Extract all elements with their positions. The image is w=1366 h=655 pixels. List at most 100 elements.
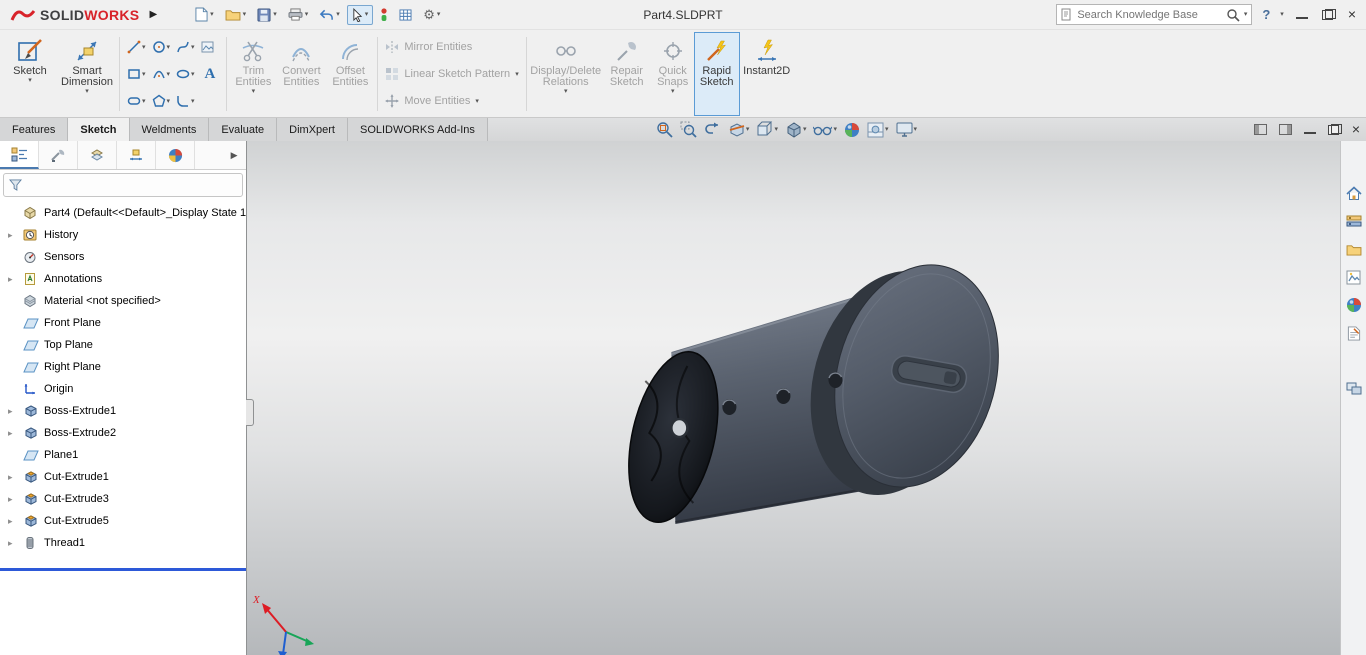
apply-scene-button[interactable]: ▾ bbox=[867, 122, 889, 138]
tab-features[interactable]: Features bbox=[0, 118, 69, 141]
tree-item-right-plane[interactable]: Right Plane bbox=[0, 356, 246, 378]
save-button[interactable]: ▾ bbox=[253, 6, 281, 24]
arc-tool-button[interactable]: ▾ bbox=[149, 66, 174, 82]
configuration-manager-tab[interactable] bbox=[78, 141, 117, 169]
rectangle-tool-button[interactable]: ▾ bbox=[124, 66, 149, 82]
search-icon[interactable] bbox=[1226, 8, 1240, 22]
text-tool-button[interactable]: A bbox=[198, 65, 223, 84]
slot-tool-button[interactable]: ▾ bbox=[124, 93, 149, 109]
close-button[interactable]: × bbox=[1348, 7, 1356, 21]
tree-item-cut-extrude5[interactable]: ▸ Cut-Extrude5 bbox=[0, 510, 246, 532]
view-palette-button[interactable] bbox=[1344, 267, 1364, 287]
chevron-down-icon[interactable]: ▾ bbox=[1244, 11, 1248, 18]
zoom-area-button[interactable] bbox=[680, 121, 697, 138]
tree-item-sensors[interactable]: Sensors bbox=[0, 246, 246, 268]
doc-close-button[interactable]: × bbox=[1352, 122, 1360, 136]
display-delete-relations-button[interactable]: Display/Delete Relations ▾ bbox=[530, 32, 602, 116]
select-tool-button[interactable]: ▾ bbox=[346, 4, 374, 25]
restore-button[interactable] bbox=[1321, 9, 1336, 20]
polygon-tool-button[interactable]: ▾ bbox=[149, 93, 174, 109]
instant2d-button[interactable]: Instant2D bbox=[740, 32, 794, 116]
trim-entities-button[interactable]: Trim Entities ▾ bbox=[230, 32, 276, 116]
tree-item-front-plane[interactable]: Front Plane bbox=[0, 312, 246, 334]
ellipse-tool-button[interactable]: ▾ bbox=[173, 66, 198, 82]
convert-entities-button[interactable]: Convert Entities bbox=[276, 32, 326, 116]
panel-splitter-handle[interactable] bbox=[246, 399, 255, 426]
fillet-tool-button[interactable]: ▾ bbox=[173, 93, 198, 109]
graphics-viewport[interactable]: X bbox=[246, 141, 1340, 655]
expand-arrow-icon[interactable]: ▸ bbox=[8, 428, 23, 439]
design-library-button[interactable] bbox=[1344, 211, 1364, 231]
offset-entities-button[interactable]: Offset Entities bbox=[326, 32, 374, 116]
expand-arrow-icon[interactable]: ▸ bbox=[8, 230, 23, 241]
expand-arrow-icon[interactable]: ▸ bbox=[8, 406, 23, 417]
tab-weldments[interactable]: Weldments bbox=[129, 118, 210, 141]
tree-item-history[interactable]: ▸ History bbox=[0, 224, 246, 246]
pane-left-icon[interactable] bbox=[1253, 124, 1267, 135]
quick-snaps-button[interactable]: Quick Snaps ▾ bbox=[652, 32, 694, 116]
move-entities-button[interactable]: Move Entities ▾ bbox=[385, 90, 518, 112]
expand-arrow-icon[interactable]: ▸ bbox=[8, 494, 23, 505]
display-style-button[interactable]: ▾ bbox=[785, 121, 806, 138]
tree-filter[interactable] bbox=[3, 173, 244, 197]
edit-appearance-button[interactable] bbox=[844, 122, 860, 138]
sketch-picture-button[interactable] bbox=[198, 40, 217, 54]
doc-minimize-button[interactable] bbox=[1303, 124, 1316, 135]
help-button[interactable]: ? bbox=[1260, 7, 1272, 22]
options-table-button[interactable] bbox=[395, 7, 416, 23]
tab-dimxpert[interactable]: DimXpert bbox=[277, 118, 348, 141]
tab-sketch[interactable]: Sketch bbox=[68, 118, 130, 141]
tab-solidworks-add-ins[interactable]: SOLIDWORKS Add-Ins bbox=[347, 118, 488, 141]
menu-expand-arrow[interactable]: ▶ bbox=[143, 7, 163, 22]
view-settings-button[interactable]: ▾ bbox=[896, 122, 917, 137]
hide-show-items-button[interactable]: ▾ bbox=[813, 123, 837, 136]
sketch-button[interactable]: Sketch ▾ bbox=[2, 32, 58, 116]
view-orientation-button[interactable]: ▾ bbox=[756, 121, 778, 138]
expand-arrow-icon[interactable]: ▸ bbox=[8, 274, 23, 285]
previous-view-button[interactable] bbox=[704, 122, 721, 137]
solidworks-resources-button[interactable] bbox=[1344, 183, 1364, 203]
display-manager-tab[interactable] bbox=[156, 141, 195, 169]
minimize-button[interactable] bbox=[1295, 9, 1308, 20]
line-tool-button[interactable]: ▾ bbox=[124, 39, 149, 55]
custom-properties-button[interactable] bbox=[1344, 323, 1364, 343]
tree-item-cut-extrude1[interactable]: ▸ Cut-Extrude1 bbox=[0, 466, 246, 488]
open-document-button[interactable]: ▾ bbox=[221, 6, 251, 23]
rapid-sketch-button[interactable]: Rapid Sketch bbox=[693, 32, 740, 116]
dimxpert-manager-tab[interactable] bbox=[117, 141, 156, 169]
tree-item-top-plane[interactable]: Top Plane bbox=[0, 334, 246, 356]
options-gear-button[interactable]: ⚙ ▾ bbox=[419, 5, 444, 25]
pane-right-icon[interactable] bbox=[1278, 124, 1292, 135]
expand-arrow-icon[interactable]: ▸ bbox=[8, 538, 23, 549]
section-view-button[interactable]: ▾ bbox=[728, 121, 749, 138]
property-manager-tab[interactable] bbox=[39, 141, 78, 169]
print-button[interactable]: ▾ bbox=[284, 6, 313, 23]
smart-dimension-button[interactable]: Smart Dimension ▾ bbox=[58, 32, 116, 116]
tree-item-cut-extrude3[interactable]: ▸ Cut-Extrude3 bbox=[0, 488, 246, 510]
tree-item-boss-extrude2[interactable]: ▸ Boss-Extrude2 bbox=[0, 422, 246, 444]
repair-sketch-button[interactable]: Repair Sketch bbox=[602, 32, 652, 116]
tree-item-thread1[interactable]: ▸ Thread1 bbox=[0, 532, 246, 554]
file-explorer-button[interactable] bbox=[1344, 239, 1364, 259]
expand-arrow-icon[interactable]: ▸ bbox=[8, 472, 23, 483]
doc-restore-button[interactable] bbox=[1327, 124, 1342, 135]
panel-expand-arrow[interactable]: ▶ bbox=[222, 141, 246, 169]
expand-arrow-icon[interactable]: ▸ bbox=[8, 516, 23, 527]
appearances-scenes-button[interactable] bbox=[1344, 295, 1364, 315]
new-document-button[interactable]: ▾ bbox=[191, 5, 218, 24]
spline-tool-button[interactable]: ▾ bbox=[173, 39, 198, 55]
tree-item-material-not-specified[interactable]: Material <not specified> bbox=[0, 290, 246, 312]
status-indicator[interactable] bbox=[376, 6, 392, 24]
search-input[interactable] bbox=[1077, 8, 1222, 21]
tree-item-origin[interactable]: Origin bbox=[0, 378, 246, 400]
tree-item-boss-extrude1[interactable]: ▸ Boss-Extrude1 bbox=[0, 400, 246, 422]
undo-button[interactable]: ▾ bbox=[315, 7, 344, 23]
linear-sketch-pattern-button[interactable]: Linear Sketch Pattern ▾ bbox=[385, 63, 519, 85]
tree-item-plane1[interactable]: Plane1 bbox=[0, 444, 246, 466]
chevron-down-icon[interactable]: ▾ bbox=[1280, 11, 1284, 18]
tree-item-annotations[interactable]: ▸ Annotations bbox=[0, 268, 246, 290]
zoom-fit-button[interactable] bbox=[656, 121, 673, 138]
tab-evaluate[interactable]: Evaluate bbox=[209, 118, 278, 141]
mirror-entities-button[interactable]: Mirror Entities bbox=[385, 36, 518, 58]
circle-tool-button[interactable]: ▾ bbox=[149, 39, 174, 55]
